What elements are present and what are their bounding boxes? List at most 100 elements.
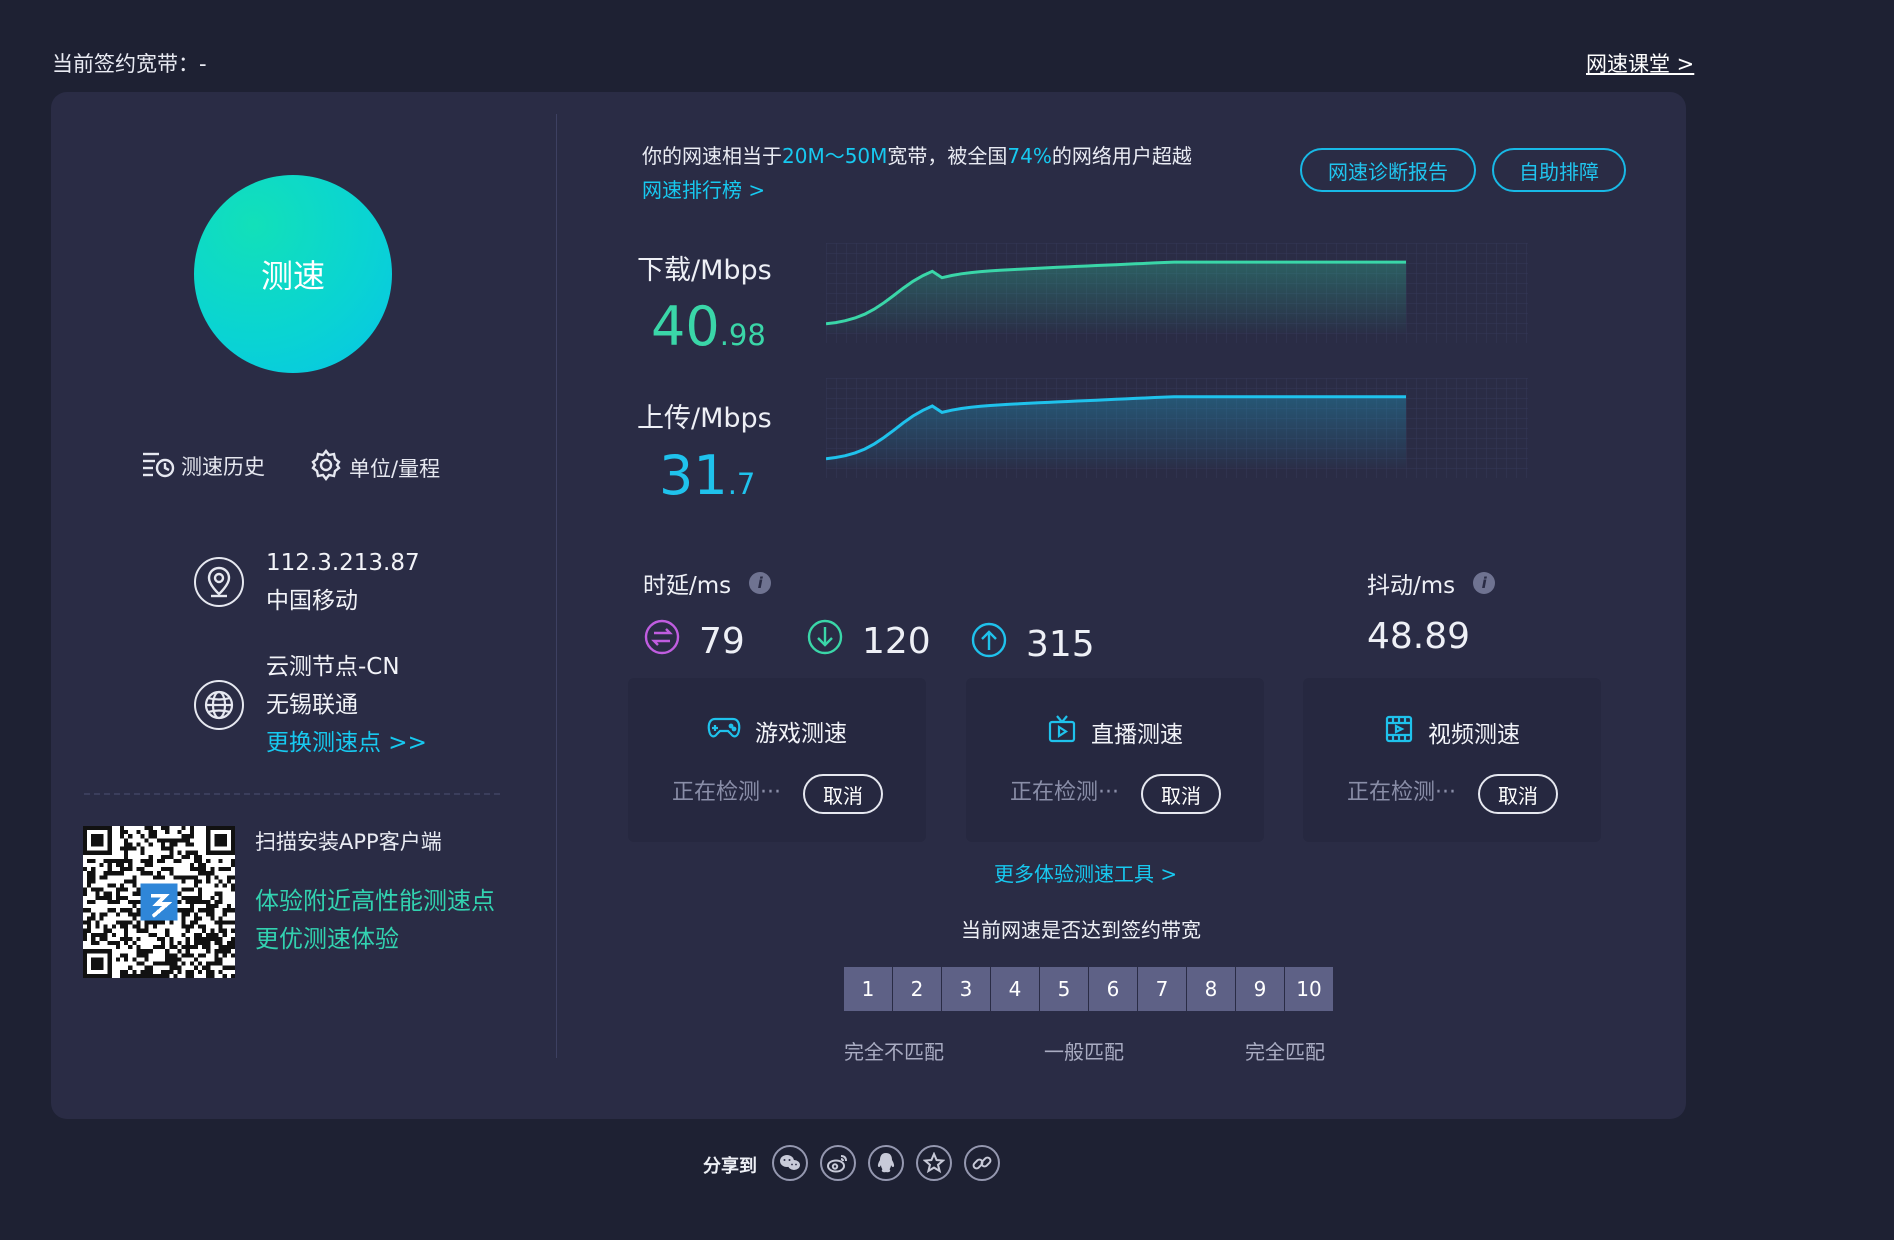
comparison-bandwidth: 20M～50M: [782, 144, 888, 168]
speed-comparison-text: 你的网速相当于20M～50M宽带，被全国74%的网络用户超越: [642, 140, 1192, 169]
upload-value-dec: .7: [727, 467, 756, 501]
download-chart: [826, 243, 1528, 343]
video-test-card: 视频测速 正在检测··· 取消: [1303, 678, 1601, 842]
live-test-title: 直播测速: [966, 714, 1264, 750]
comparison-percent: 74%: [1007, 144, 1052, 168]
download-arrow-icon: [806, 618, 844, 665]
gamepad-icon: [707, 715, 741, 747]
rating-7[interactable]: 7: [1138, 967, 1186, 1011]
contract-bandwidth-label: 当前签约宽带：-: [52, 52, 207, 76]
latency-info-icon[interactable]: i: [749, 572, 772, 594]
more-tools-link[interactable]: 更多体验测速工具 >: [994, 858, 1177, 887]
qq-share-icon[interactable]: [868, 1145, 904, 1181]
node-isp: 无锡联通: [266, 692, 358, 718]
jitter-info-icon[interactable]: i: [1473, 572, 1496, 594]
live-test-card: 直播测速 正在检测··· 取消: [966, 678, 1264, 842]
game-test-title: 游戏测速: [628, 714, 926, 748]
wechat-share-icon[interactable]: [772, 1145, 808, 1181]
share-label: 分享到: [703, 1156, 757, 1177]
speed-course-link[interactable]: 网速课堂 >: [1586, 48, 1694, 78]
live-test-cancel-button[interactable]: 取消: [1141, 774, 1221, 814]
unit-range-button[interactable]: 单位/量程: [309, 448, 440, 487]
comparison-suffix: 的网络用户超越: [1051, 144, 1192, 168]
rating-6[interactable]: 6: [1089, 967, 1137, 1011]
download-value-dec: .98: [719, 318, 766, 352]
idle-latency-icon: [643, 618, 681, 665]
comparison-middle: 宽带，被全国: [887, 144, 1008, 168]
dashed-divider: [84, 793, 500, 795]
match-question: 当前网速是否达到签约带宽: [961, 918, 1201, 942]
qr-title: 扫描安装APP客户端: [255, 830, 442, 854]
rating-4[interactable]: 4: [991, 967, 1039, 1011]
node-name: 云测节点-CN: [266, 654, 400, 680]
speed-ranking-link[interactable]: 网速排行榜 >: [642, 174, 765, 203]
weibo-share-icon[interactable]: [820, 1145, 856, 1181]
upload-latency-value: 315: [1026, 624, 1095, 665]
download-value-int: 40: [651, 295, 720, 358]
video-test-status: 正在检测···: [1347, 780, 1456, 805]
film-icon: [1384, 714, 1414, 750]
video-test-label: 视频测速: [1428, 722, 1520, 748]
latency-idle: 79: [643, 618, 745, 665]
jitter-header: 抖动/ms i: [1367, 566, 1496, 600]
download-label: 下载/Mbps: [637, 255, 772, 286]
video-test-cancel-button[interactable]: 取消: [1478, 774, 1558, 814]
app-qr-code: [83, 826, 235, 978]
diagnosis-report-button[interactable]: 网速诊断报告: [1300, 148, 1476, 192]
self-troubleshoot-button[interactable]: 自助排障: [1492, 148, 1626, 192]
video-test-title: 视频测速: [1303, 714, 1601, 750]
download-latency-value: 120: [862, 621, 931, 662]
globe-icon: [194, 680, 244, 730]
qr-desc-line2: 更优测速体验: [255, 925, 399, 953]
game-test-label: 游戏测速: [755, 721, 847, 747]
live-test-status: 正在检测···: [1010, 780, 1119, 805]
upload-label: 上传/Mbps: [637, 403, 772, 434]
history-icon: [141, 448, 175, 483]
jitter-value: 48.89: [1367, 616, 1471, 657]
rating-1[interactable]: 1: [844, 967, 892, 1011]
unit-range-label: 单位/量程: [349, 456, 441, 481]
speed-history-label: 测速历史: [181, 454, 265, 479]
tv-icon: [1047, 714, 1077, 750]
live-test-label: 直播测速: [1091, 722, 1183, 748]
ip-info: 112.3.213.87 中国移动: [266, 544, 420, 620]
upload-value-int: 31: [659, 444, 728, 507]
start-speed-test-button[interactable]: 测速: [194, 175, 392, 373]
rating-3[interactable]: 3: [942, 967, 990, 1011]
ip-address: 112.3.213.87: [266, 550, 420, 576]
comparison-prefix: 你的网速相当于: [642, 144, 782, 168]
qr-description: 体验附近高性能测速点 更优测速体验: [255, 882, 495, 958]
latency-download: 120: [806, 618, 931, 665]
change-node-link[interactable]: 更换测速点 >>: [266, 724, 427, 762]
upload-arrow-icon: [970, 621, 1008, 668]
speed-history-button[interactable]: 测速历史: [141, 448, 265, 483]
rating-5[interactable]: 5: [1040, 967, 1088, 1011]
game-test-card: 游戏测速 正在检测··· 取消: [628, 678, 926, 842]
location-pin-icon: [194, 557, 244, 607]
rating-2[interactable]: 2: [893, 967, 941, 1011]
latency-upload: 315: [970, 621, 1095, 668]
rating-8[interactable]: 8: [1187, 967, 1235, 1011]
jitter-label: 抖动/ms: [1367, 573, 1456, 599]
rating-10[interactable]: 10: [1285, 967, 1333, 1011]
vertical-divider: [556, 114, 557, 1058]
idle-latency-value: 79: [699, 621, 745, 662]
upload-chart: [826, 378, 1528, 478]
node-info: 云测节点-CN 无锡联通 更换测速点 >>: [266, 648, 427, 762]
copy-link-icon[interactable]: [964, 1145, 1000, 1181]
gear-icon: [309, 448, 343, 487]
qzone-share-icon[interactable]: [916, 1145, 952, 1181]
latency-header: 时延/ms i: [643, 566, 772, 600]
match-rating-scale: 1 2 3 4 5 6 7 8 9 10: [844, 967, 1333, 1011]
qr-desc-line1: 体验附近高性能测速点: [255, 887, 495, 915]
latency-label: 时延/ms: [643, 573, 732, 599]
upload-value: 31.7: [659, 449, 755, 503]
rating-mid-label: 一般匹配: [1044, 1040, 1124, 1064]
game-test-status: 正在检测···: [672, 780, 781, 805]
game-test-cancel-button[interactable]: 取消: [803, 774, 883, 814]
isp-name: 中国移动: [266, 588, 358, 614]
rating-9[interactable]: 9: [1236, 967, 1284, 1011]
download-value: 40.98: [651, 300, 766, 354]
rating-low-label: 完全不匹配: [844, 1040, 944, 1064]
rating-high-label: 完全匹配: [1245, 1040, 1325, 1064]
